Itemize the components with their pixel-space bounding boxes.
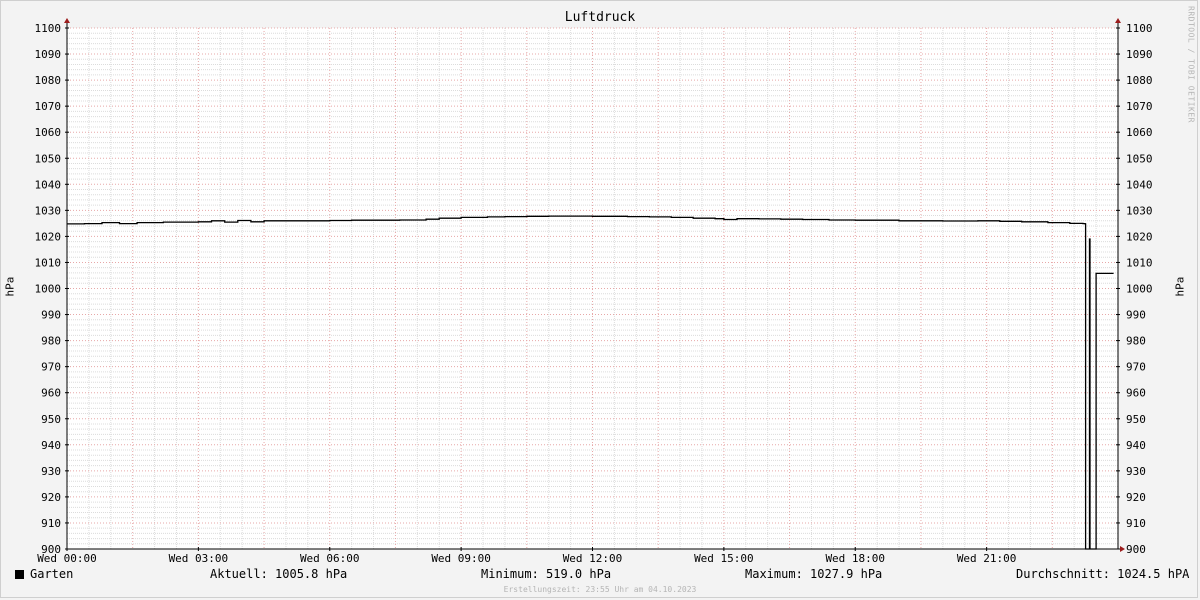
legend-average: Durchschnitt: 1024.5 hPA <box>1016 567 1190 581</box>
y-tick-label-left: 960 <box>41 387 61 400</box>
y-tick-label-right: 1030 <box>1126 204 1153 217</box>
legend-minimum: Minimum: 519.0 hPa <box>481 567 612 581</box>
y-tick-label-left: 930 <box>41 465 61 478</box>
y-tick-label-left: 1020 <box>35 230 62 243</box>
legend-series-name: Garten <box>30 567 74 581</box>
legend-current: Aktuell: 1005.8 hPa <box>210 567 348 581</box>
legend-maximum: Maximum: 1027.9 hPa <box>745 567 883 581</box>
y-tick-label-left: 950 <box>41 413 61 426</box>
x-tick-label: Wed 03:00 <box>169 552 229 565</box>
y-tick-label-right: 920 <box>1126 491 1146 504</box>
y-axis-arrow-left <box>64 18 70 23</box>
y-tick-label-right: 930 <box>1126 465 1146 478</box>
y-tick-label-right: 1000 <box>1126 283 1153 296</box>
y-tick-label-left: 920 <box>41 491 61 504</box>
x-tick-label: Wed 15:00 <box>694 552 754 565</box>
y-axis-arrow-right <box>1115 18 1121 23</box>
y-tick-label-left: 1100 <box>35 22 62 35</box>
y-tick-label-left: 1090 <box>35 48 62 61</box>
y-tick-label-right: 980 <box>1126 335 1146 348</box>
y-tick-label-right: 1060 <box>1126 126 1153 139</box>
y-tick-label-left: 1080 <box>35 74 62 87</box>
y-tick-label-right: 1070 <box>1126 100 1153 113</box>
y-tick-label-right: 1020 <box>1126 230 1153 243</box>
y-tick-label-right: 1100 <box>1126 22 1153 35</box>
x-tick-label: Wed 09:00 <box>431 552 491 565</box>
y-tick-label-right: 970 <box>1126 361 1146 374</box>
y-tick-label-left: 980 <box>41 335 61 348</box>
y-tick-label-left: 1030 <box>35 204 62 217</box>
y-tick-label-right: 990 <box>1126 309 1146 322</box>
x-tick-label: Wed 12:00 <box>563 552 623 565</box>
y-tick-label-right: 1080 <box>1126 74 1153 87</box>
y-tick-label-right: 1040 <box>1126 178 1153 191</box>
y-tick-label-left: 1070 <box>35 100 62 113</box>
y-tick-label-right: 910 <box>1126 517 1146 530</box>
y-tick-label-left: 1040 <box>35 178 62 191</box>
x-tick-label: Wed 18:00 <box>825 552 885 565</box>
y-tick-label-right: 950 <box>1126 413 1146 426</box>
y-tick-label-left: 1050 <box>35 152 62 165</box>
x-tick-label: Wed 06:00 <box>300 552 360 565</box>
y-tick-label-left: 1010 <box>35 256 62 269</box>
legend-series: Garten <box>15 567 73 581</box>
x-axis-arrow <box>1120 546 1125 552</box>
y-tick-label-right: 960 <box>1126 387 1146 400</box>
chart-plot: 900 900910 910920 920930 930940 940950 950960 9… <box>35 18 1153 565</box>
y-tick-label-right: 940 <box>1126 439 1146 452</box>
y-tick-label-right: 900 <box>1126 543 1146 556</box>
y-tick-label-right: 1090 <box>1126 48 1153 61</box>
y-tick-label-left: 940 <box>41 439 61 452</box>
y-tick-label-right: 1010 <box>1126 256 1153 269</box>
x-tick-label: Wed 21:00 <box>957 552 1017 565</box>
y-tick-label-left: 1060 <box>35 126 62 139</box>
y-tick-label-left: 990 <box>41 309 61 322</box>
x-tick-label: Wed 00:00 <box>37 552 97 565</box>
y-tick-label-right: 1050 <box>1126 152 1153 165</box>
footer-timestamp: Erstellungszeit: 23:55 Uhr am 04.10.2023 <box>503 585 697 594</box>
y-tick-label-left: 970 <box>41 361 61 374</box>
y-tick-label-left: 1000 <box>35 283 62 296</box>
y-tick-label-left: 910 <box>41 517 61 530</box>
legend-swatch <box>15 570 24 579</box>
